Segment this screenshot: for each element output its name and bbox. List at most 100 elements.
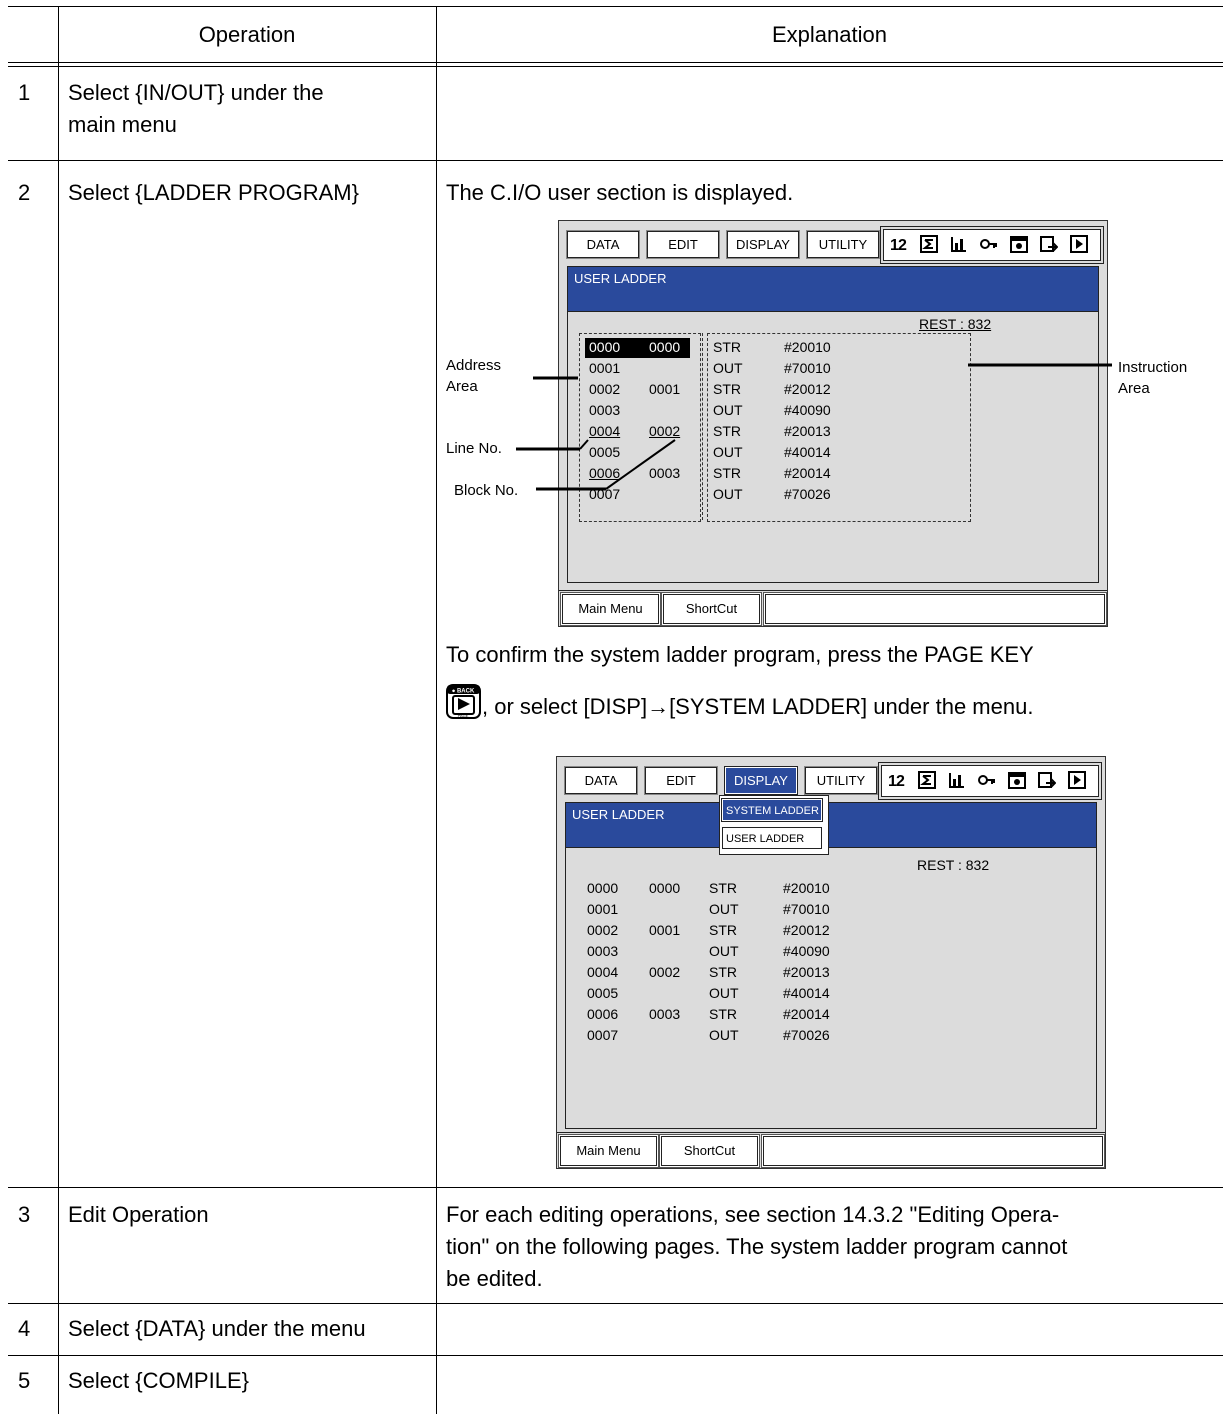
operand: #40090 — [784, 402, 831, 418]
col-rule — [58, 6, 59, 1414]
table-top-rule — [8, 6, 1223, 7]
line-number: 0004 — [587, 964, 619, 980]
block-number: 0002 — [649, 964, 681, 980]
callout-text: Area — [1118, 380, 1150, 397]
step-number: 3 — [18, 1202, 31, 1227]
block-number: 0000 — [649, 339, 681, 355]
ladder-content-area — [565, 847, 1097, 1129]
operand: #20012 — [784, 381, 831, 397]
menu-edit-button[interactable]: EDIT — [645, 767, 717, 794]
line-number: 0000 — [587, 880, 619, 896]
menu-data-button[interactable]: DATA — [567, 231, 639, 258]
screen-bottom-bar: Main Menu ShortCut — [557, 1132, 1105, 1168]
line-number: 0006 — [589, 465, 621, 481]
operation-text: Select {DATA} under the menu — [68, 1316, 366, 1341]
callout-instruction-area: Instruction Area — [1118, 357, 1187, 399]
line-number: 0003 — [587, 943, 619, 959]
instruction-area-box — [707, 333, 971, 522]
callout-text: Area — [446, 378, 478, 395]
menu-display-button[interactable]: DISPLAY — [727, 231, 799, 258]
page-key-icon: ● BACK PAGE — [446, 684, 481, 719]
block-number: 0001 — [649, 922, 681, 938]
callout-text: Instruction — [1118, 359, 1188, 376]
line-number: 0005 — [589, 444, 621, 460]
instruction: OUT — [713, 486, 743, 502]
export-icon — [1040, 236, 1058, 252]
main-menu-button[interactable]: Main Menu — [562, 594, 659, 624]
play-icon — [1068, 771, 1086, 789]
sigma-icon — [920, 235, 938, 253]
instruction: OUT — [709, 1027, 739, 1043]
dropdown-item-system-ladder[interactable]: SYSTEM LADDER — [722, 799, 822, 821]
header-rule — [8, 62, 1223, 63]
line-number: 0007 — [587, 1027, 619, 1043]
play-icon — [1070, 235, 1088, 253]
instruction: STR — [709, 1006, 737, 1022]
instruction: OUT — [713, 360, 743, 376]
calendar-icon — [1010, 236, 1028, 253]
line-number: 0002 — [589, 381, 621, 397]
menu-utility-button[interactable]: UTILITY — [805, 767, 877, 794]
export-icon — [1038, 772, 1056, 788]
dropdown-item-user-ladder[interactable]: USER LADDER — [722, 827, 822, 849]
header-rule-double — [8, 66, 1223, 67]
svg-text:2: 2 — [898, 237, 907, 253]
operand: #70026 — [784, 486, 831, 502]
pendant-screen-user-ladder: DATA EDIT DISPLAY UTILITY 12 USER LADDER… — [558, 220, 1108, 627]
status-icon-bar: 12 — [883, 229, 1101, 261]
instruction: STR — [713, 339, 741, 355]
row-rule — [8, 1303, 1223, 1304]
message-area — [763, 1136, 1103, 1166]
operation-text: Select {IN/OUT} under the — [68, 80, 324, 105]
line-number: 0003 — [589, 402, 621, 418]
screen-title: USER LADDER — [574, 271, 667, 286]
operand: #20013 — [783, 964, 830, 980]
screen-title-bar: USER LADDER — [567, 266, 1099, 313]
block-number: 0000 — [649, 880, 681, 896]
operand: #20012 — [783, 922, 830, 938]
main-menu-button[interactable]: Main Menu — [560, 1136, 657, 1166]
instruction: STR — [713, 465, 741, 481]
line-number: 0004 — [589, 423, 621, 439]
operand: #20013 — [784, 423, 831, 439]
svg-text:2: 2 — [896, 773, 905, 789]
rest-counter: REST : 832 — [917, 857, 990, 873]
menu-edit-button[interactable]: EDIT — [647, 231, 719, 258]
menu-display-button[interactable]: DISPLAY — [725, 767, 797, 794]
arrow-glyph: → — [647, 694, 670, 719]
instruction: OUT — [709, 943, 739, 959]
operand: #70010 — [784, 360, 831, 376]
shortcut-button[interactable]: ShortCut — [663, 594, 760, 624]
area-divider — [702, 333, 703, 520]
text-segment: [SYSTEM LADDER] under the menu. — [669, 694, 1034, 719]
explanation-text: be edited. — [446, 1266, 543, 1291]
shortcut-button[interactable]: ShortCut — [661, 1136, 758, 1166]
operand: #20010 — [783, 880, 830, 896]
operation-text: Select {LADDER PROGRAM} — [68, 180, 359, 205]
line-number: 0002 — [587, 922, 619, 938]
screen-title-bar: USER LADDER — [565, 802, 1097, 849]
operand: #20014 — [783, 1006, 830, 1022]
explanation-text: tion" on the following pages. The system… — [446, 1234, 1068, 1259]
chart-icon — [949, 773, 964, 788]
operation-text: Select {COMPILE} — [68, 1368, 249, 1393]
explanation-text: The C.I/O user section is displayed. — [446, 180, 794, 205]
step-number: 2 — [18, 180, 31, 205]
sigma-icon — [918, 771, 936, 789]
col-rule — [436, 6, 437, 1414]
line-number: 0007 — [589, 486, 621, 502]
display-dropdown: SYSTEM LADDER USER LADDER — [719, 795, 829, 855]
line-number: 0001 — [589, 360, 621, 376]
screen-bottom-bar: Main Menu ShortCut — [559, 590, 1107, 626]
block-number: 0003 — [649, 465, 681, 481]
operand: #40014 — [783, 985, 830, 1001]
menu-data-button[interactable]: DATA — [565, 767, 637, 794]
menu-utility-button[interactable]: UTILITY — [807, 231, 879, 258]
calendar-icon — [1008, 772, 1026, 789]
operand: #20014 — [784, 465, 831, 481]
operand: #40014 — [784, 444, 831, 460]
explanation-text: For each editing operations, see section… — [446, 1202, 1060, 1227]
explanation-text: To confirm the system ladder program, pr… — [446, 642, 1034, 667]
instruction: OUT — [709, 901, 739, 917]
number-icon: 12 — [888, 773, 905, 789]
